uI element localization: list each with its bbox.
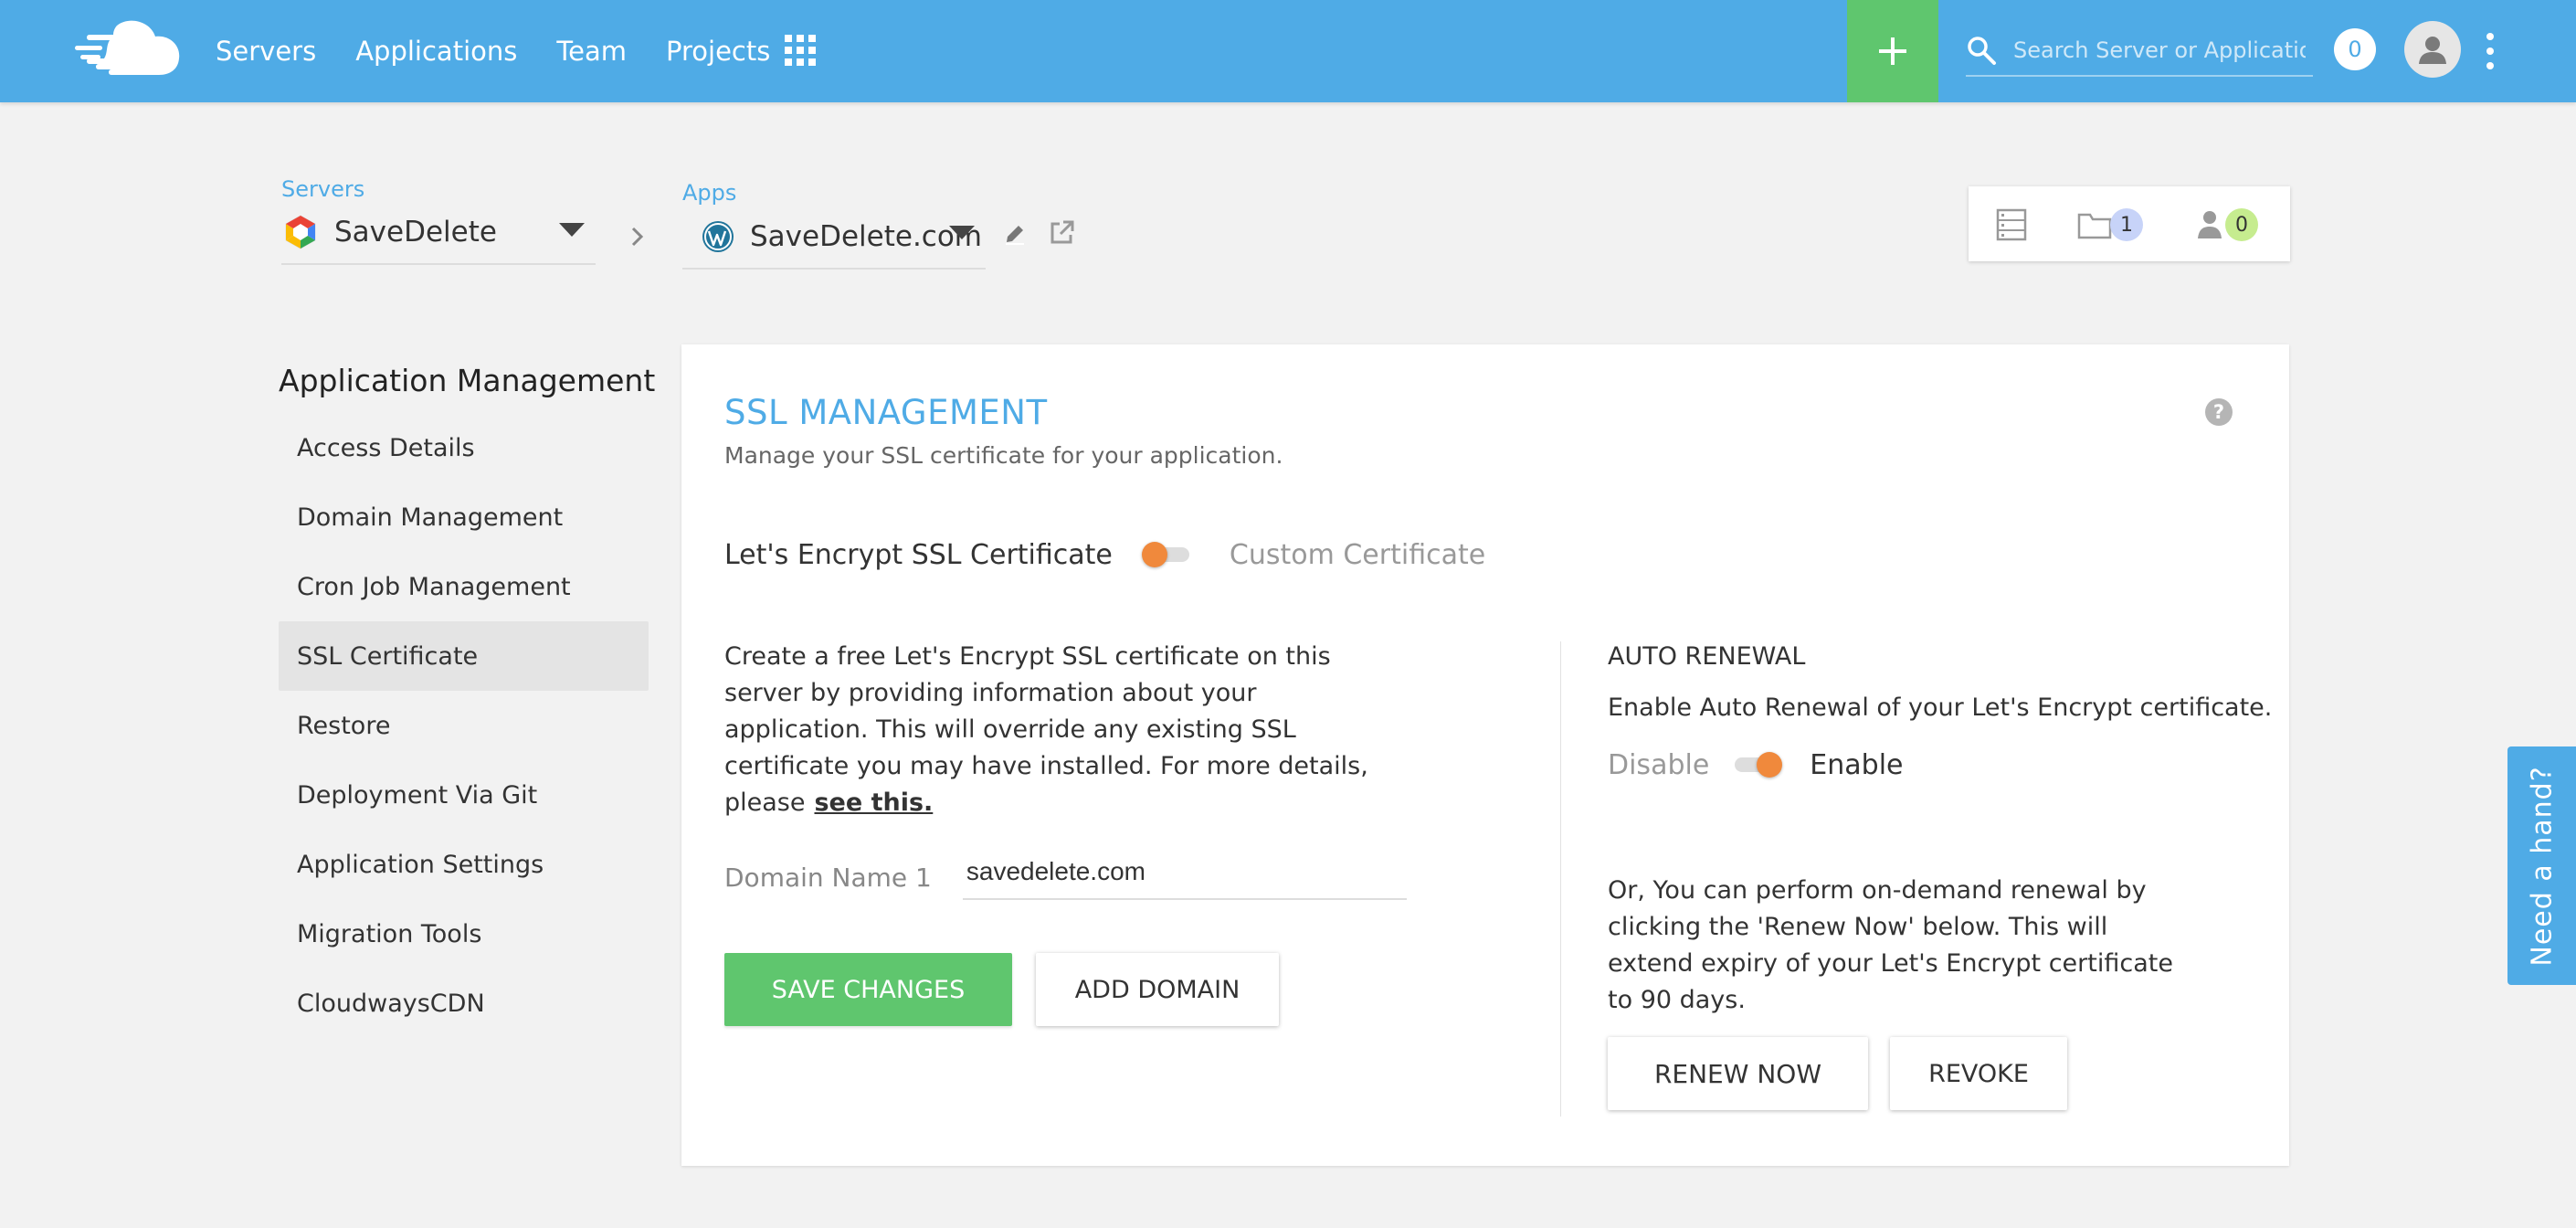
app-stats-card: 1 0 [1969,186,2290,261]
domain-name-input[interactable] [962,845,1407,900]
server-stack-icon[interactable] [1996,208,2027,241]
add-button[interactable] [1847,0,1938,102]
page-title: SSL MANAGEMENT [724,393,1048,432]
revoke-button[interactable]: REVOKE [1890,1037,2067,1110]
server-select[interactable]: SaveDelete [281,201,596,265]
app-select[interactable]: SaveDelete.com [682,206,986,270]
menu-item-access-details[interactable]: Access Details [279,413,649,482]
add-domain-button[interactable]: ADD DOMAIN [1036,953,1279,1026]
google-cloud-icon [285,215,316,249]
certificate-type-switch[interactable] [1141,538,1193,571]
caret-down-icon [949,226,975,239]
disable-label: Disable [1608,748,1710,781]
menu-item-cloudwayscdn[interactable]: CloudwaysCDN [279,969,649,1038]
menu-title: Application Management [279,363,656,398]
apps-label: Apps [682,180,737,206]
servers-label: Servers [281,176,365,202]
edit-pencil-icon[interactable] [1003,222,1027,246]
top-navbar: Servers Applications Team Projects 0 [0,0,2576,102]
custom-certificate-option-label: Custom Certificate [1229,538,1486,571]
need-a-hand-label: Need a hand? [2526,765,2558,967]
certificate-type-toggle-row: Let's Encrypt SSL Certificate Custom Cer… [724,532,1485,577]
main-nav: Servers Applications Team Projects [216,0,809,102]
domain-name-row: Domain Name 1 [724,845,1407,900]
menu-item-deployment-via-git[interactable]: Deployment Via Git [279,760,649,830]
team-member-icon[interactable] [2196,209,2223,238]
notifications-badge[interactable]: 0 [2334,28,2376,70]
more-menu-icon[interactable] [2481,33,2499,69]
app-management-menu: Access Details Domain Management Cron Jo… [279,413,649,1038]
see-this-link[interactable]: see this. [814,789,933,817]
folders-count-badge: 1 [2110,208,2143,241]
external-link-icon[interactable] [1048,219,1075,247]
enable-label: Enable [1810,748,1904,781]
page-subtitle: Manage your SSL certificate for your app… [724,442,1283,469]
nav-applications[interactable]: Applications [355,36,517,67]
auto-renewal-title: AUTO RENEWAL [1608,642,1806,671]
apps-grid-icon[interactable] [785,35,816,66]
ssl-description: Create a free Let's Encrypt SSL certific… [724,639,1400,821]
search-box [1966,26,2313,77]
chevron-right-icon [631,227,644,247]
plus-icon [1879,37,1906,65]
search-input[interactable] [2013,37,2306,63]
menu-item-application-settings[interactable]: Application Settings [279,830,649,899]
caret-down-icon [559,223,585,237]
menu-item-restore[interactable]: Restore [279,691,649,760]
renewal-note: Or, You can perform on-demand renewal by… [1608,876,2173,1014]
domain-name-label: Domain Name 1 [724,862,932,893]
renew-now-button[interactable]: RENEW NOW [1608,1037,1868,1110]
folder-icon[interactable] [2077,212,2112,239]
lets-encrypt-option-label: Let's Encrypt SSL Certificate [724,538,1113,571]
menu-item-ssl-certificate[interactable]: SSL Certificate [279,621,649,691]
search-icon [1968,37,1996,65]
nav-projects[interactable]: Projects [666,36,770,67]
save-changes-button[interactable]: SAVE CHANGES [724,953,1012,1026]
nav-servers[interactable]: Servers [216,36,316,67]
menu-item-migration-tools[interactable]: Migration Tools [279,899,649,969]
auto-renewal-description: Enable Auto Renewal of your Let's Encryp… [1608,693,2273,722]
column-divider [1560,641,1561,1117]
ssl-management-card: SSL MANAGEMENT Manage your SSL certifica… [681,344,2289,1166]
menu-item-domain-management[interactable]: Domain Management [279,482,649,552]
cloudways-logo-icon[interactable] [71,18,183,80]
auto-renewal-toggle-row: Disable Enable [1608,741,1903,789]
auto-renewal-switch[interactable] [1731,748,1783,781]
nav-team[interactable]: Team [556,36,627,67]
user-avatar-icon[interactable] [2404,21,2461,78]
app-name: SaveDelete.com [750,220,983,253]
wordpress-icon [702,221,734,252]
menu-item-cron-job-management[interactable]: Cron Job Management [279,552,649,621]
need-a-hand-tab[interactable]: Need a hand? [2507,746,2576,985]
help-icon[interactable]: ? [2205,398,2233,426]
server-name: SaveDelete [334,216,497,249]
members-count-badge: 0 [2225,208,2258,241]
